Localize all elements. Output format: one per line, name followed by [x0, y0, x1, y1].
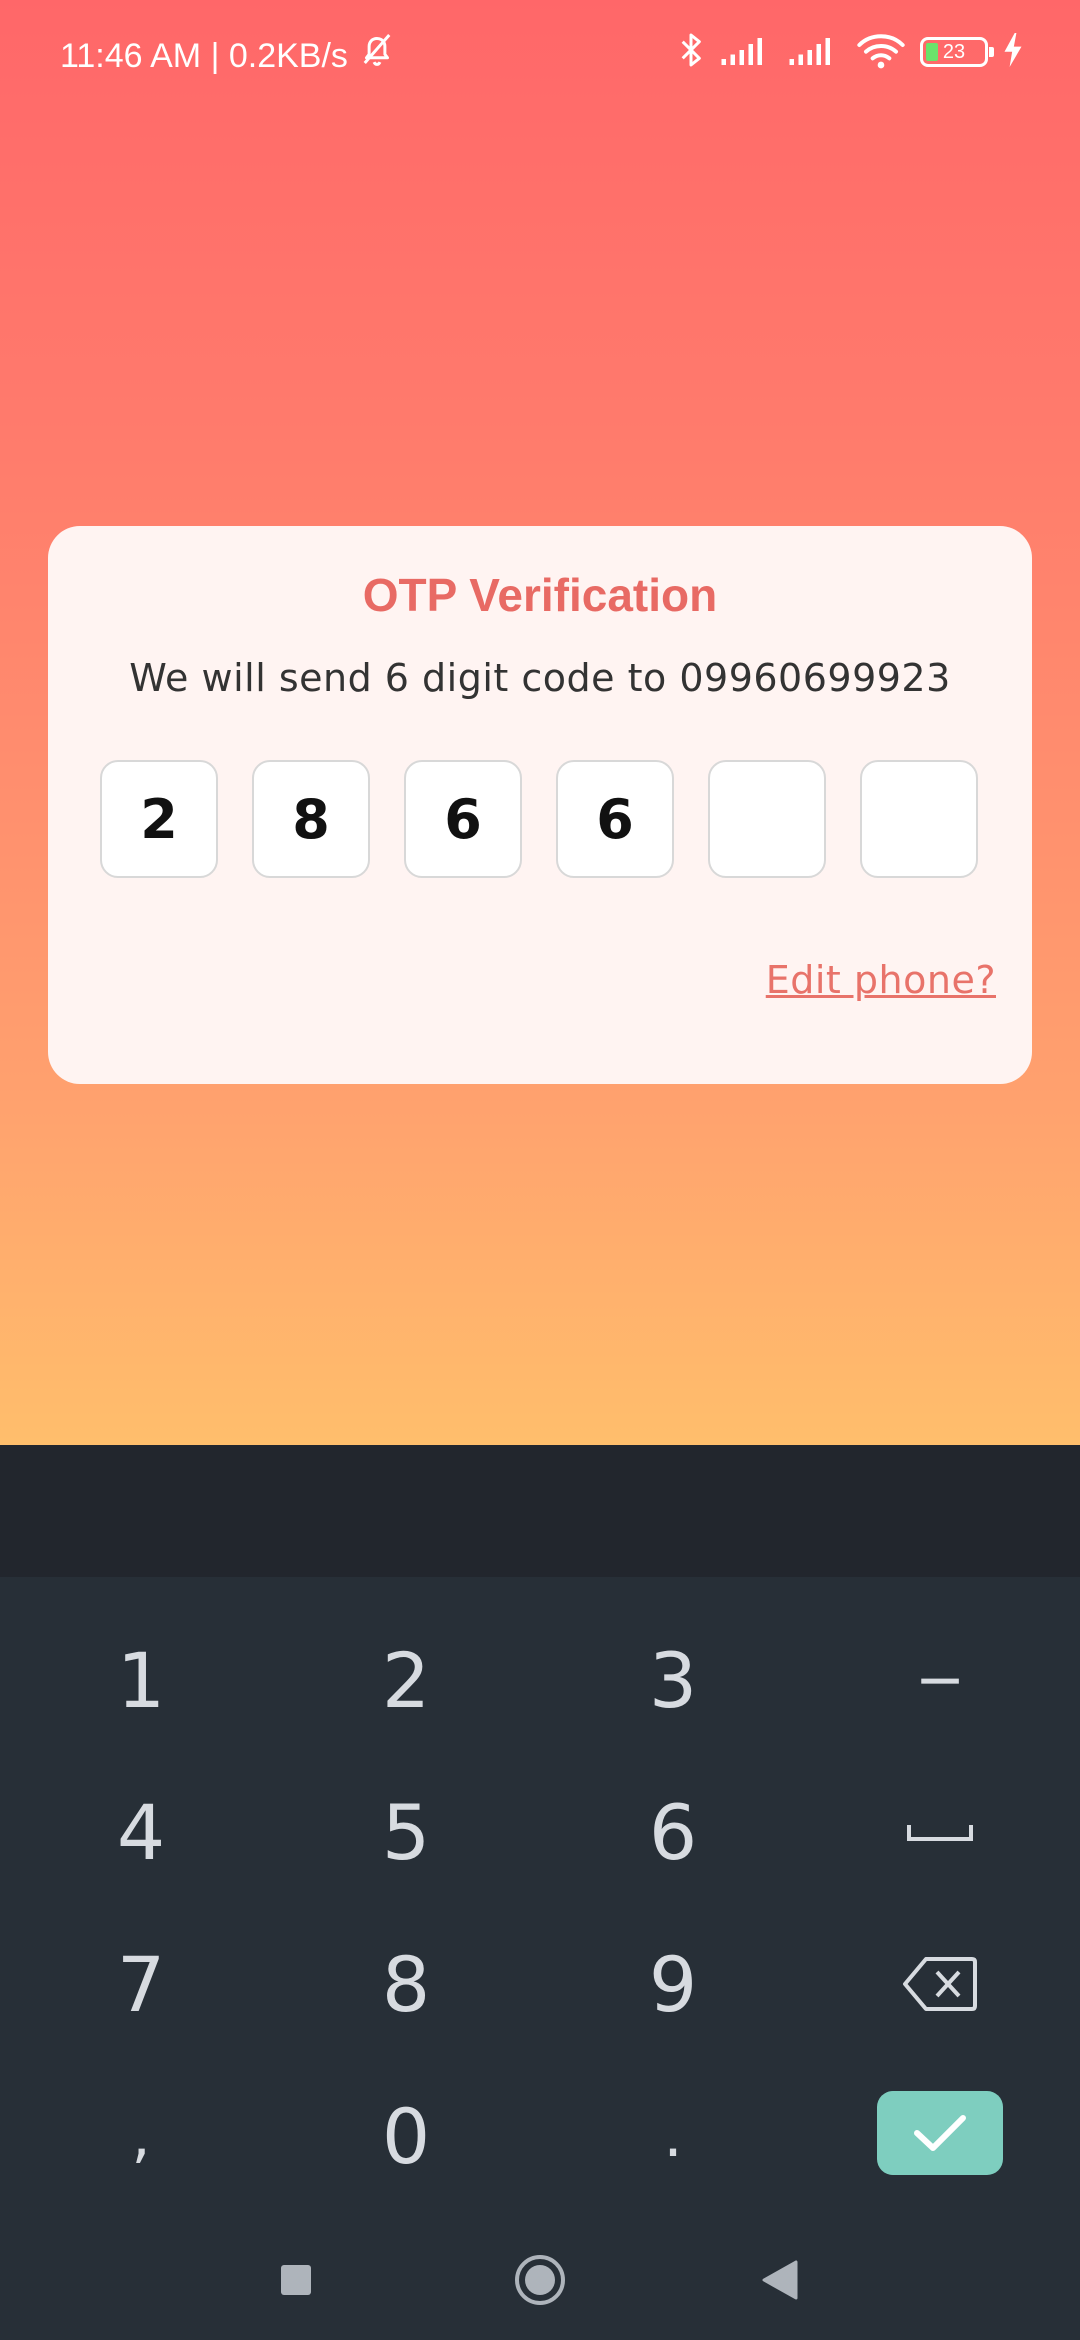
- navigation-bar: [0, 2220, 1080, 2340]
- otp-digit-box-1[interactable]: 2: [100, 760, 218, 878]
- mute-icon: [356, 28, 398, 83]
- otp-subtitle: We will send 6 digit code to 09960699923: [129, 656, 951, 700]
- key-7[interactable]: 7: [41, 1919, 241, 2049]
- otp-title: OTP Verification: [362, 569, 718, 621]
- key-5[interactable]: 5: [306, 1767, 506, 1897]
- key-4[interactable]: 4: [41, 1767, 241, 1897]
- key-0[interactable]: 0: [306, 2071, 506, 2201]
- charging-icon: [1002, 33, 1024, 71]
- key-minus[interactable]: −: [840, 1615, 1040, 1745]
- recents-button[interactable]: [264, 2248, 328, 2312]
- circle-icon: [515, 2255, 565, 2305]
- signal-icon: [788, 33, 842, 71]
- square-icon: [281, 2265, 311, 2295]
- otp-card: OTP Verification We will send 6 digit co…: [48, 526, 1032, 1084]
- status-right: 23: [676, 28, 1024, 76]
- otp-digit-box-5[interactable]: [708, 760, 826, 878]
- key-6[interactable]: 6: [573, 1767, 773, 1897]
- wifi-icon: [856, 30, 906, 74]
- otp-digit-box-4[interactable]: 6: [556, 760, 674, 878]
- key-1[interactable]: 1: [41, 1615, 241, 1745]
- backspace-icon: [903, 1957, 977, 2011]
- screen: 11:46 AM | 0.2KB/s 23 OTP Verification W…: [0, 0, 1080, 2340]
- triangle-back-icon: [762, 2260, 798, 2300]
- otp-input-group: 2 8 6 6: [100, 760, 978, 878]
- key-2[interactable]: 2: [306, 1615, 506, 1745]
- keyboard-toolbar: [0, 1445, 1080, 1577]
- otp-digit-box-3[interactable]: 6: [404, 760, 522, 878]
- bluetooth-icon: [676, 30, 706, 74]
- key-8[interactable]: 8: [306, 1919, 506, 2049]
- battery-icon: 23: [920, 37, 994, 67]
- backspace-key[interactable]: [840, 1919, 1040, 2049]
- space-icon: [907, 1825, 973, 1841]
- key-comma[interactable]: ,: [41, 2071, 241, 2201]
- otp-digit-box-2[interactable]: 8: [252, 760, 370, 878]
- home-button[interactable]: [508, 2248, 572, 2312]
- otp-digit-box-6[interactable]: [860, 760, 978, 878]
- status-time-network: 11:46 AM | 0.2KB/s: [60, 36, 348, 75]
- key-period[interactable]: .: [573, 2071, 773, 2201]
- key-9[interactable]: 9: [573, 1919, 773, 2049]
- back-button[interactable]: [748, 2248, 812, 2312]
- checkmark-icon: [914, 2115, 966, 2151]
- key-3[interactable]: 3: [573, 1615, 773, 1745]
- battery-level: 23: [942, 40, 966, 63]
- status-bar: 11:46 AM | 0.2KB/s 23: [0, 0, 1080, 104]
- signal-icon: [720, 33, 774, 71]
- space-key[interactable]: [840, 1767, 1040, 1897]
- status-left: 11:46 AM | 0.2KB/s: [60, 28, 398, 83]
- done-key[interactable]: [877, 2091, 1003, 2175]
- edit-phone-link[interactable]: Edit phone?: [766, 958, 996, 1002]
